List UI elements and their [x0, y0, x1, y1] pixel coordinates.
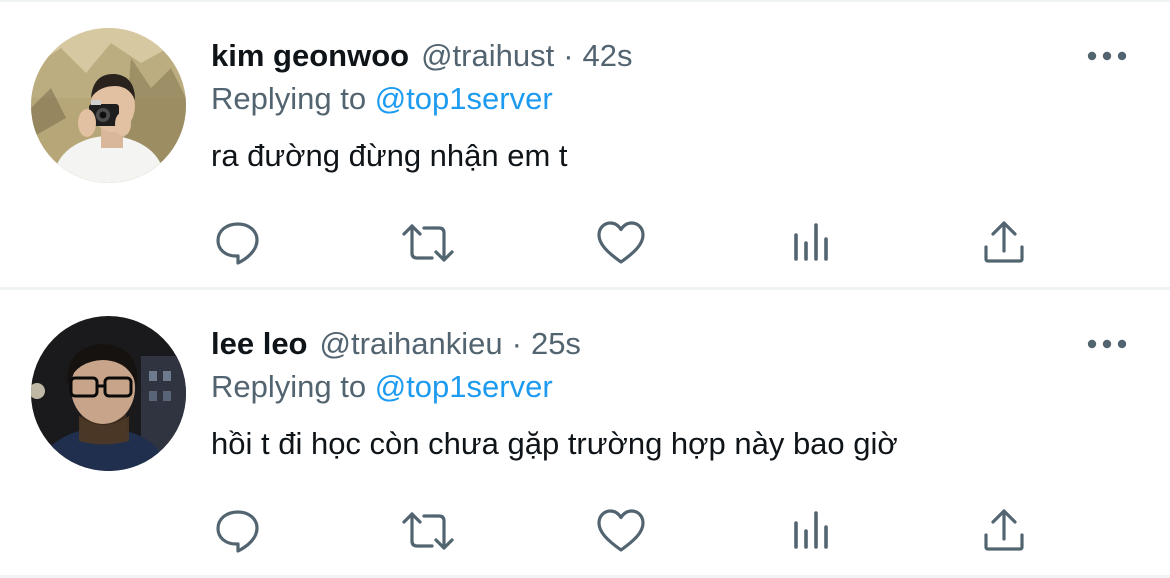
more-icon[interactable]: [1086, 334, 1128, 354]
timestamp[interactable]: 25s: [531, 326, 581, 362]
display-name[interactable]: kim geonwoo: [211, 38, 409, 74]
reply-icon[interactable]: [210, 215, 266, 271]
share-icon[interactable]: [976, 215, 1032, 271]
retweet-icon[interactable]: [400, 503, 456, 559]
replying-prefix: Replying to: [211, 369, 367, 404]
tweet-reply[interactable]: lee leo @traihankieu · 25s Replying to @…: [0, 290, 1170, 578]
more-icon[interactable]: [1086, 46, 1128, 66]
reply-icon[interactable]: [210, 503, 266, 559]
display-name[interactable]: lee leo: [211, 326, 308, 362]
replying-prefix: Replying to: [211, 81, 367, 116]
share-icon[interactable]: [976, 503, 1032, 559]
like-icon[interactable]: [593, 215, 649, 271]
avatar[interactable]: [31, 28, 186, 183]
replying-to: Replying to @top1server: [211, 369, 553, 405]
avatar[interactable]: [31, 316, 186, 471]
tweet-text: hồi t đi học còn chưa gặp trường hợp này…: [211, 426, 898, 461]
tweet-header: kim geonwoo @traihust · 42s: [211, 34, 633, 78]
views-icon[interactable]: [786, 503, 842, 559]
retweet-icon[interactable]: [400, 215, 456, 271]
timestamp[interactable]: 42s: [583, 38, 633, 74]
user-handle[interactable]: @traihust: [421, 38, 554, 74]
user-handle[interactable]: @traihankieu: [320, 326, 503, 362]
like-icon[interactable]: [593, 503, 649, 559]
replying-to: Replying to @top1server: [211, 81, 553, 117]
mention-link[interactable]: @top1server: [375, 81, 553, 116]
views-icon[interactable]: [786, 215, 842, 271]
mention-link[interactable]: @top1server: [375, 369, 553, 404]
tweet-text: ra đường đừng nhận em t: [211, 138, 568, 173]
tweet-reply[interactable]: kim geonwoo @traihust · 42s Replying to …: [0, 2, 1170, 290]
separator-dot: ·: [511, 326, 522, 361]
tweet-header: lee leo @traihankieu · 25s: [211, 322, 581, 366]
separator-dot: ·: [563, 38, 574, 73]
